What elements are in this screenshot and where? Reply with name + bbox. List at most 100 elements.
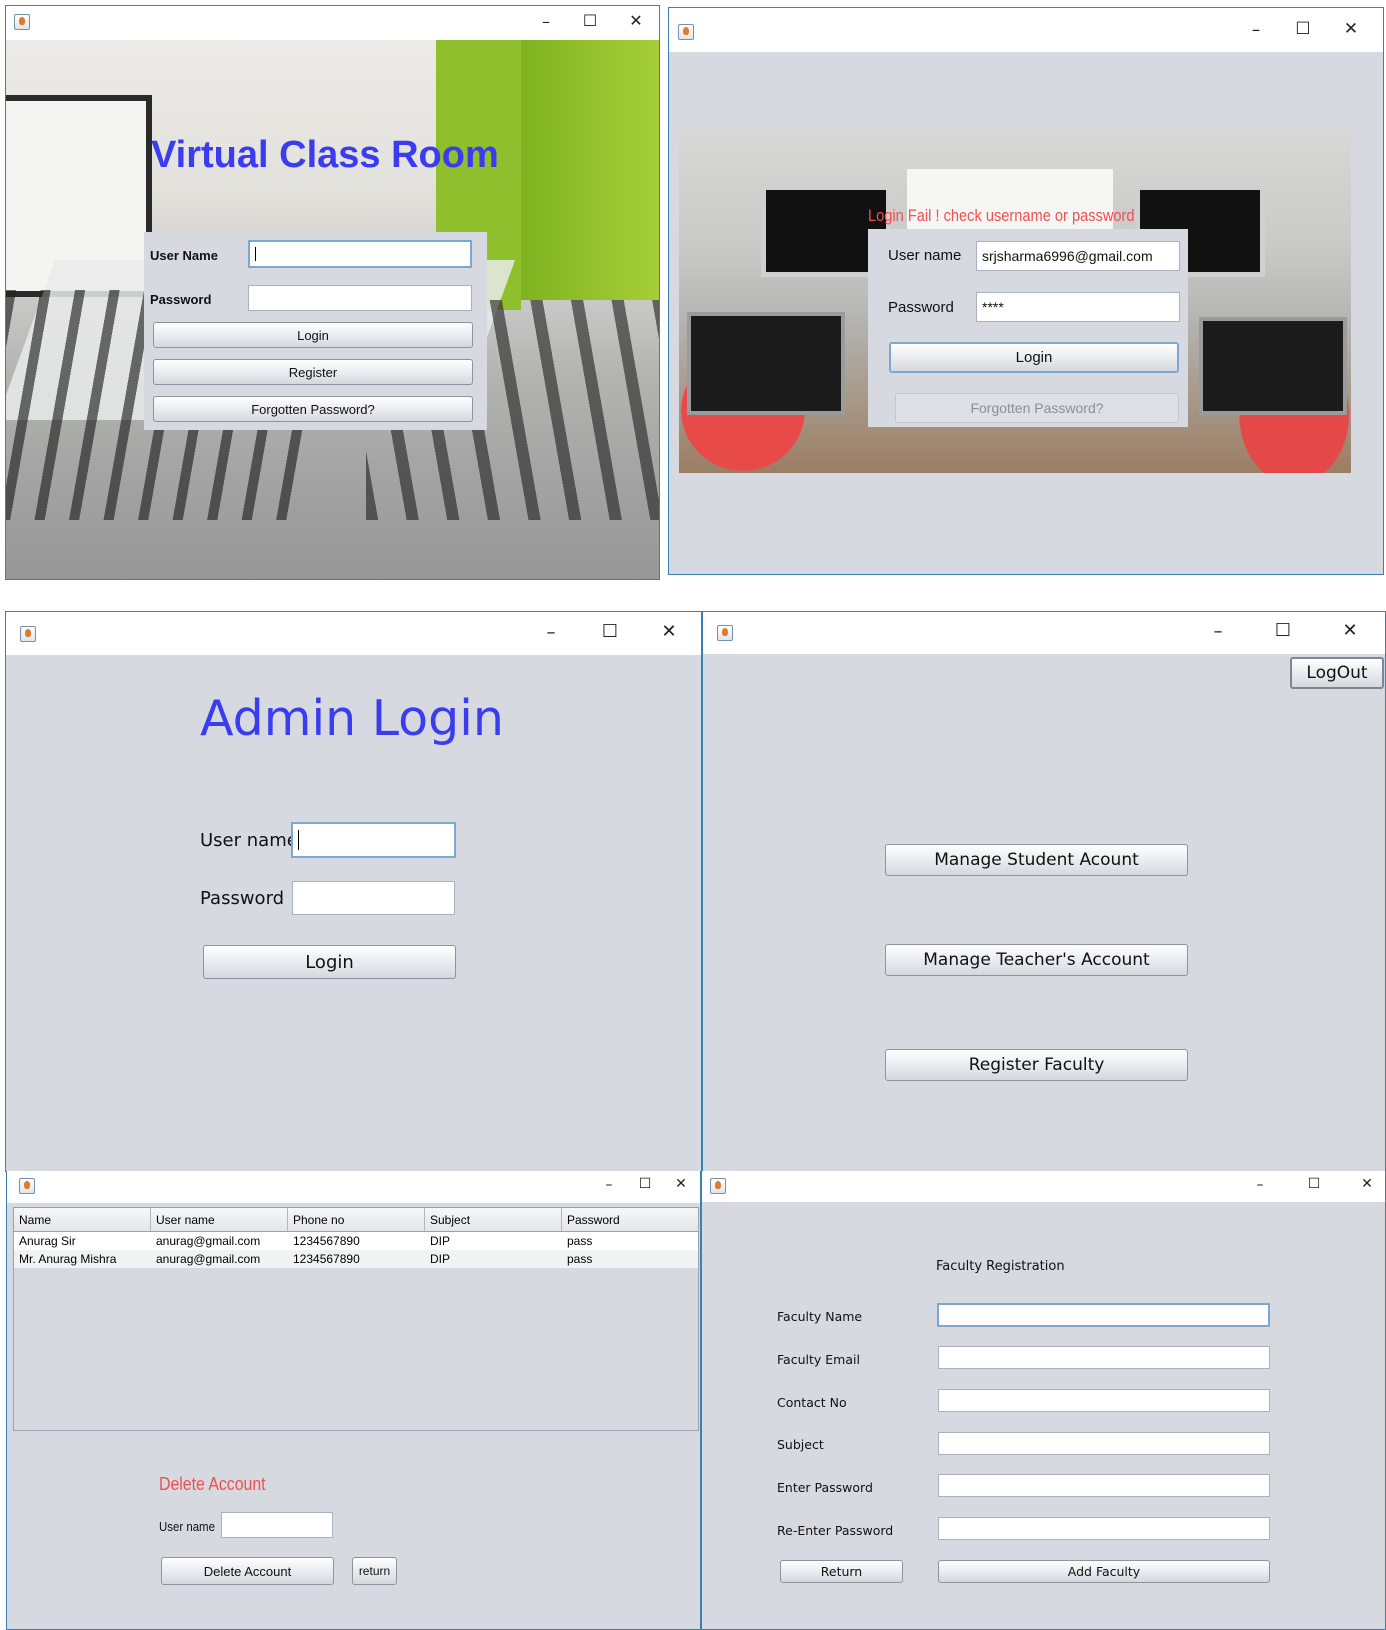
subject-input[interactable] xyxy=(938,1432,1270,1455)
title-bar: – ☐ ✕ xyxy=(7,1171,700,1203)
table-cell: 1234567890 xyxy=(293,1234,360,1248)
table-cell: 1234567890 xyxy=(293,1252,360,1266)
faculty-registration-window: – ☐ ✕ Faculty Registration Faculty Name … xyxy=(701,1171,1386,1630)
enter-password-label: Enter Password xyxy=(777,1480,873,1495)
error-message: Login Fail ! check username or password xyxy=(868,206,1135,225)
close-icon[interactable]: ✕ xyxy=(673,1177,689,1191)
maximize-icon[interactable]: ☐ xyxy=(580,13,600,29)
title-bar: – ☐ ✕ xyxy=(6,612,701,655)
register-button[interactable]: Register xyxy=(153,359,473,385)
register-faculty-button[interactable]: Register Faculty xyxy=(885,1049,1188,1081)
password-label: Password xyxy=(200,888,285,909)
login-button[interactable]: Login xyxy=(153,322,473,348)
login-window: – ☐ ✕ Virtual Class Room User Name Passw… xyxy=(5,5,660,580)
text-caret xyxy=(298,830,299,850)
faculty-email-label: Faculty Email xyxy=(777,1352,860,1367)
manage-student-button[interactable]: Manage Student Acount xyxy=(885,844,1188,876)
table-cell: Anurag Sir xyxy=(19,1234,76,1248)
minimize-icon[interactable]: – xyxy=(541,624,561,642)
delete-heading: Delete Account xyxy=(159,1474,266,1494)
username-input[interactable]: srjsharma6996@gmail.com xyxy=(976,241,1180,271)
maximize-icon[interactable]: ☐ xyxy=(1273,622,1293,640)
table-cell: pass xyxy=(567,1252,593,1266)
login-fail-window: – ☐ ✕ Login Fail ! check username or pas… xyxy=(668,7,1384,575)
faculty-name-label: Faculty Name xyxy=(777,1309,863,1324)
minimize-icon[interactable]: – xyxy=(536,14,556,30)
maximize-icon[interactable]: ☐ xyxy=(1306,1177,1322,1191)
java-app-icon xyxy=(14,14,30,30)
reenter-password-input[interactable] xyxy=(938,1517,1270,1540)
login-button[interactable]: Login xyxy=(889,342,1179,373)
faculty-email-input[interactable] xyxy=(938,1346,1270,1369)
username-label: User name xyxy=(159,1519,215,1534)
java-app-icon xyxy=(717,625,733,641)
minimize-icon[interactable]: – xyxy=(1246,22,1266,39)
password-input[interactable]: **** xyxy=(976,292,1180,322)
password-input[interactable] xyxy=(248,285,472,311)
column-header[interactable]: Password xyxy=(562,1208,698,1231)
username-input[interactable] xyxy=(291,822,456,858)
manage-teacher-button[interactable]: Manage Teacher's Account xyxy=(885,944,1188,976)
table-cell: DIP xyxy=(430,1234,451,1248)
table-cell: anurag@gmail.com xyxy=(156,1234,261,1248)
minimize-icon[interactable]: – xyxy=(1208,623,1228,641)
java-app-icon xyxy=(20,626,36,642)
maximize-icon[interactable]: ☐ xyxy=(637,1177,653,1191)
close-icon[interactable]: ✕ xyxy=(1359,1177,1375,1191)
username-label: User name xyxy=(888,247,962,264)
close-icon[interactable]: ✕ xyxy=(1341,21,1361,38)
table-row[interactable]: Anurag Sir anurag@gmail.com 1234567890 D… xyxy=(14,1232,698,1250)
column-header[interactable]: Phone no xyxy=(288,1208,425,1231)
teacher-table: Name User name Phone no Subject Password… xyxy=(13,1207,699,1431)
text-caret xyxy=(255,246,256,262)
table-cell: anurag@gmail.com xyxy=(156,1252,261,1266)
password-input[interactable] xyxy=(292,881,455,915)
admin-menu-window: – ☐ ✕ LogOut Manage Student Acount Manag… xyxy=(702,611,1386,1172)
admin-login-window: – ☐ ✕ Admin Login User name Password Log… xyxy=(5,611,702,1172)
form-heading: Faculty Registration xyxy=(936,1259,1065,1274)
return-button[interactable]: return xyxy=(352,1557,397,1585)
java-app-icon xyxy=(678,24,694,40)
login-panel: User Name Password Login Register Forgot… xyxy=(144,232,487,430)
table-row[interactable]: Mr. Anurag Mishra anurag@gmail.com 12345… xyxy=(14,1250,698,1268)
minimize-icon[interactable]: – xyxy=(601,1178,617,1192)
logout-button[interactable]: LogOut xyxy=(1290,657,1384,689)
page-title: Admin Login xyxy=(200,690,504,747)
java-app-icon xyxy=(19,1178,35,1194)
close-icon[interactable]: ✕ xyxy=(1340,622,1360,640)
username-input[interactable] xyxy=(248,240,472,268)
table-cell: Mr. Anurag Mishra xyxy=(19,1252,117,1266)
column-header[interactable]: Name xyxy=(14,1208,151,1231)
contact-no-label: Contact No xyxy=(777,1395,847,1410)
return-button[interactable]: Return xyxy=(780,1560,903,1583)
enter-password-input[interactable] xyxy=(938,1474,1270,1497)
add-faculty-button[interactable]: Add Faculty xyxy=(938,1560,1270,1583)
column-header[interactable]: User name xyxy=(151,1208,288,1231)
delete-account-button[interactable]: Delete Account xyxy=(161,1557,334,1585)
close-icon[interactable]: ✕ xyxy=(626,13,646,29)
delete-username-input[interactable] xyxy=(221,1512,333,1538)
login-panel: User name srjsharma6996@gmail.com Passwo… xyxy=(868,229,1188,427)
reenter-password-label: Re-Enter Password xyxy=(777,1523,894,1538)
column-header[interactable]: Subject xyxy=(425,1208,562,1231)
faculty-name-input[interactable] xyxy=(937,1303,1270,1327)
login-button[interactable]: Login xyxy=(203,945,456,979)
title-bar: – ☐ ✕ xyxy=(669,8,1383,52)
contact-no-input[interactable] xyxy=(938,1389,1270,1412)
table-header: Name User name Phone no Subject Password xyxy=(14,1208,698,1232)
forgot-password-button[interactable]: Forgotten Password? xyxy=(895,393,1179,423)
teacher-accounts-window: – ☐ ✕ Name User name Phone no Subject Pa… xyxy=(6,1171,701,1630)
maximize-icon[interactable]: ☐ xyxy=(600,623,620,641)
app-title: Virtual Class Room xyxy=(151,134,499,176)
minimize-icon[interactable]: – xyxy=(1252,1178,1268,1192)
java-app-icon xyxy=(710,1178,726,1194)
title-bar: – ☐ ✕ xyxy=(6,6,659,40)
maximize-icon[interactable]: ☐ xyxy=(1293,21,1313,38)
password-label: Password xyxy=(150,292,212,307)
forgot-password-button[interactable]: Forgotten Password? xyxy=(153,396,473,422)
table-cell: pass xyxy=(567,1234,593,1248)
table-cell: DIP xyxy=(430,1252,451,1266)
username-label: User name xyxy=(200,830,298,851)
password-label: Password xyxy=(888,299,954,316)
close-icon[interactable]: ✕ xyxy=(659,623,679,641)
